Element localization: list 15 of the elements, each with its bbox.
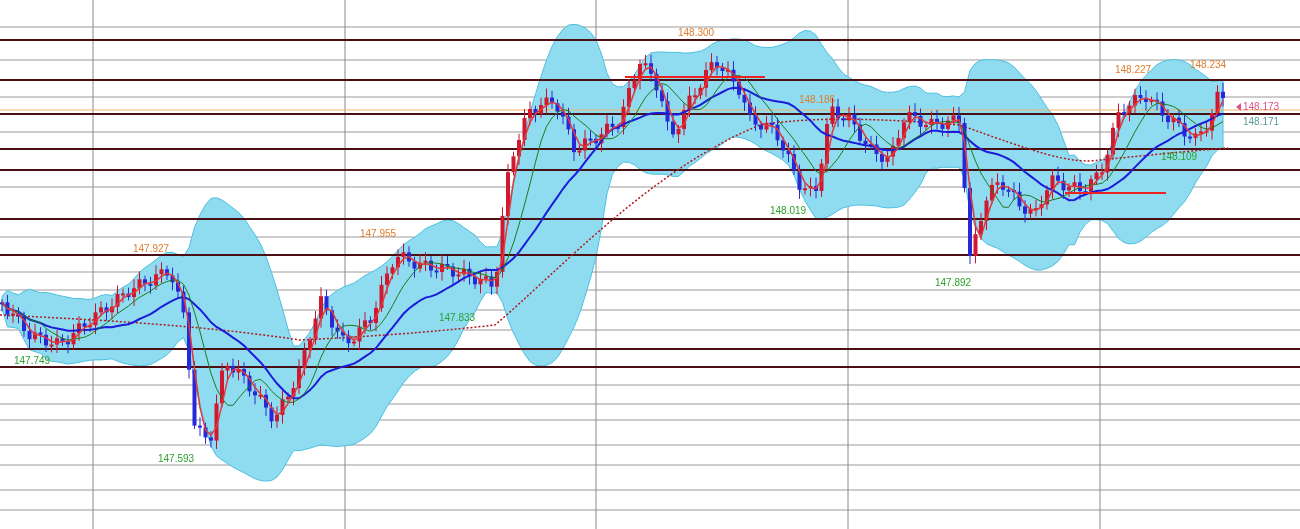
price-label: 147.927 xyxy=(133,243,170,254)
price-label: 148.186 xyxy=(799,94,836,105)
price-label: 147.892 xyxy=(935,277,972,288)
price-label: 148.234 xyxy=(1190,59,1227,70)
price-label: 148.173 xyxy=(1243,101,1280,112)
price-label: 147.955 xyxy=(360,228,397,239)
price-label: 148.300 xyxy=(678,27,715,38)
price-label: 148.109 xyxy=(1161,151,1198,162)
price-label: 147.593 xyxy=(158,453,195,464)
price-label: 148.019 xyxy=(770,205,807,216)
price-label: 148.227 xyxy=(1115,64,1152,75)
price-label: 147.833 xyxy=(439,312,476,323)
price-label: 147.749 xyxy=(14,355,51,366)
price-label: 148.171 xyxy=(1243,116,1280,127)
price-marker-icon xyxy=(1236,103,1241,111)
